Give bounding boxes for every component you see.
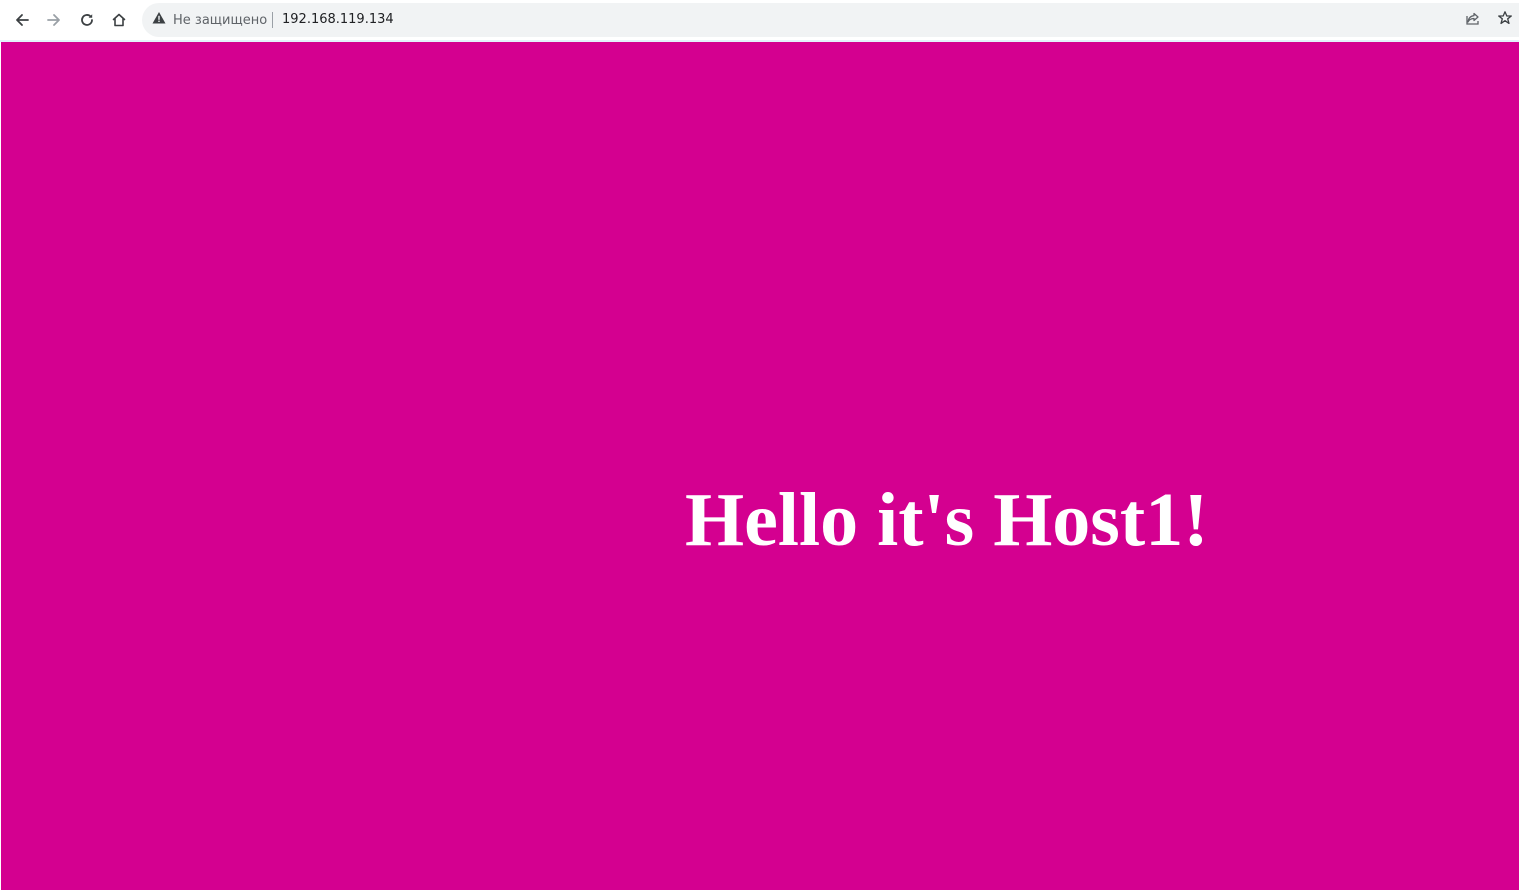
site-info-chip[interactable]: Не защищено <box>152 3 267 37</box>
omnibox-divider <box>272 12 273 28</box>
warning-triangle-icon <box>152 11 166 30</box>
share-button[interactable] <box>1463 10 1483 30</box>
forward-button[interactable] <box>40 6 68 34</box>
page-heading: Hello it's Host1! <box>685 478 1209 562</box>
home-button[interactable] <box>105 6 133 34</box>
arrow-left-icon <box>14 12 30 28</box>
share-icon <box>1465 10 1481 31</box>
page-content: Hello it's Host1! <box>1 42 1519 890</box>
star-icon <box>1497 10 1513 31</box>
browser-toolbar: Не защищено 192.168.119.134 <box>0 0 1519 40</box>
security-status-label: Не защищено <box>173 12 268 28</box>
url-text[interactable]: 192.168.119.134 <box>282 3 394 37</box>
back-button[interactable] <box>8 6 36 34</box>
reload-icon <box>79 12 95 28</box>
address-bar[interactable]: Не защищено 192.168.119.134 <box>142 3 1519 37</box>
bookmark-button[interactable] <box>1495 10 1515 30</box>
home-icon <box>111 12 127 28</box>
arrow-right-icon <box>46 12 62 28</box>
reload-button[interactable] <box>73 6 101 34</box>
